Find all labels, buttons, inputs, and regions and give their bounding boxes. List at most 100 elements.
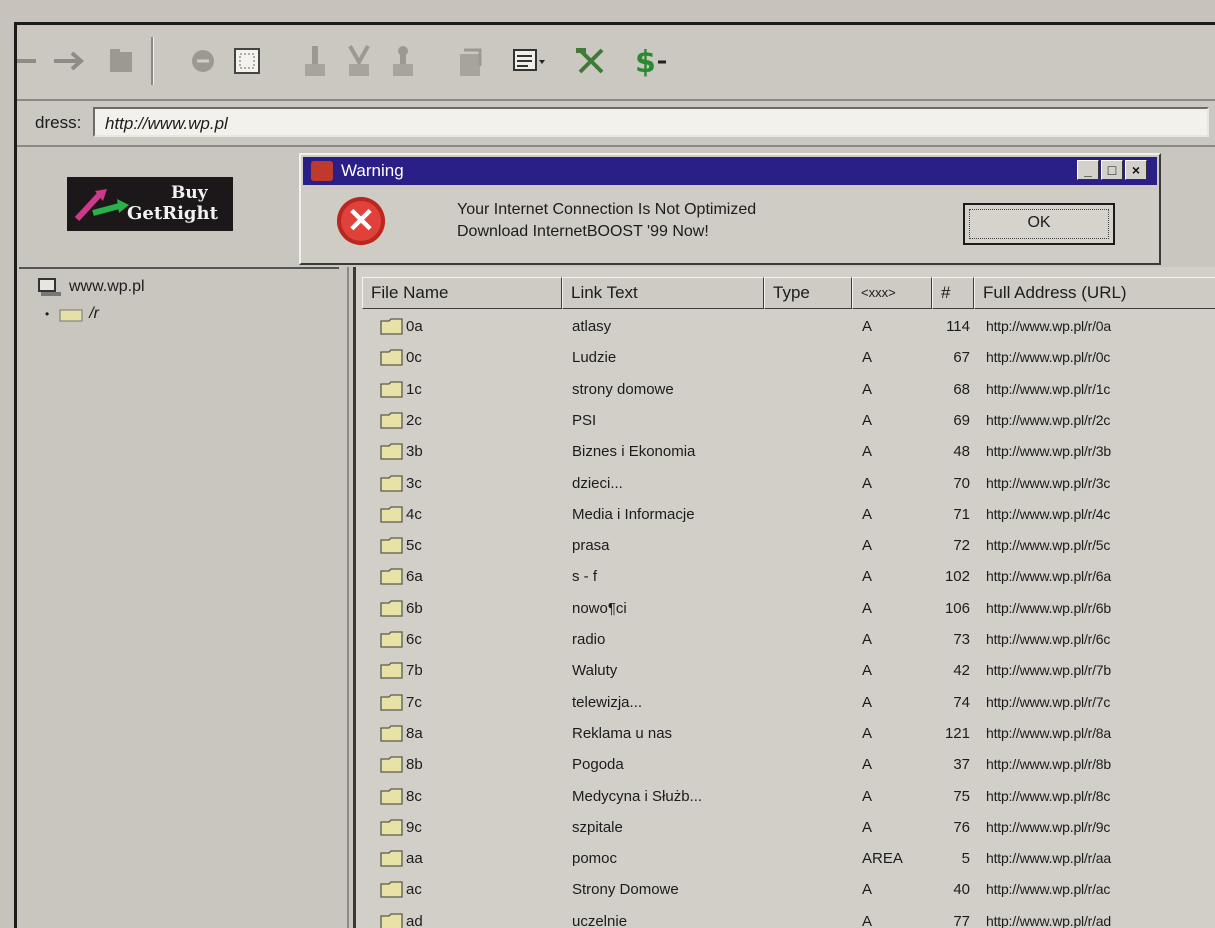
table-row[interactable]: 3b Biznes i Ekonomia A 48 http://www.wp.pl/r… <box>356 438 1215 469</box>
cell-url: http://www.wp.pl/r/0c <box>986 349 1111 366</box>
cell-link-text: szpitale <box>572 818 623 836</box>
cell-file-name: 6b <box>406 599 423 617</box>
tools-icon[interactable] <box>569 39 613 83</box>
cell-file-name: 8a <box>406 724 423 742</box>
close-button[interactable]: × <box>1125 160 1147 180</box>
upload-icon[interactable] <box>381 39 425 83</box>
download-icon[interactable] <box>293 39 337 83</box>
cell-link-text: strony domowe <box>572 380 674 398</box>
table-row[interactable]: 0c Ludzie A 67 http://www.wp.pl/r/0c <box>356 344 1215 375</box>
table-row[interactable]: 6c radio A 73 http://www.wp.pl/r/6c <box>356 626 1215 657</box>
folder-icon <box>380 662 403 679</box>
folder-icon[interactable] <box>99 39 143 83</box>
cell-url: http://www.wp.pl/r/9c <box>986 818 1111 835</box>
view-menu-icon[interactable] <box>507 39 551 83</box>
cell-url: http://www.wp.pl/r/2c <box>986 411 1111 428</box>
cell-link-text: s - f <box>572 568 597 586</box>
address-bar: dress: http://www.wp.pl <box>17 101 1215 147</box>
cell-url: http://www.wp.pl/r/3b <box>986 443 1111 460</box>
table-row[interactable]: 4c Media i Informacje A 71 http://www.wp.pl/… <box>356 501 1215 532</box>
tree-divider <box>19 267 339 269</box>
table-row[interactable]: 7b Waluty A 42 http://www.wp.pl/r/7b <box>356 657 1215 688</box>
site-tree: www.wp.pl • /r <box>17 267 349 928</box>
cell-tag: A <box>862 318 873 335</box>
error-icon: ✕ <box>337 197 385 245</box>
tree-root[interactable]: www.wp.pl <box>37 277 145 297</box>
stop-icon[interactable] <box>181 39 225 83</box>
cell-count: 42 <box>953 662 970 680</box>
folder-icon <box>380 819 403 836</box>
cell-tag: A <box>862 349 873 367</box>
properties-icon[interactable] <box>447 39 491 83</box>
table-row[interactable]: 6a s - f A 102 http://www.wp.pl/r/6a <box>356 563 1215 594</box>
ok-button[interactable]: OK <box>963 203 1115 245</box>
cell-file-name: 7b <box>406 662 423 680</box>
table-row[interactable]: 7c telewizja... A 74 http://www.wp.pl/r/7c <box>356 689 1215 720</box>
cell-tag: A <box>862 724 873 742</box>
cell-tag: A <box>862 818 873 836</box>
select-icon[interactable] <box>225 39 269 83</box>
table-row[interactable]: ac Strony Domowe A 40 http://www.wp.pl/r/ac <box>356 876 1215 907</box>
table-row[interactable]: 3c dzieci... A 70 http://www.wp.pl/r/3c <box>356 470 1215 501</box>
table-row[interactable]: 6b nowo¶ci A 106 http://www.wp.pl/r/6b <box>356 595 1215 626</box>
column-full-address[interactable]: Full Address (URL) <box>974 277 1215 309</box>
folder-icon <box>380 568 403 586</box>
cell-url: http://www.wp.pl/r/7c <box>986 693 1111 710</box>
column-type[interactable]: Type <box>764 277 852 309</box>
table-row[interactable]: aa pomoc AREA 5 http://www.wp.pl/r/aa <box>356 845 1215 876</box>
tree-child[interactable]: • /r <box>45 305 99 323</box>
folder-icon <box>380 537 403 554</box>
cell-file-name: 8b <box>406 756 423 774</box>
table-row[interactable]: 5c prasa A 72 http://www.wp.pl/r/5c <box>356 532 1215 563</box>
cell-file-name: 2c <box>406 411 422 429</box>
column-file-name[interactable]: File Name <box>362 277 562 309</box>
dialog-titlebar[interactable]: Warning _ □ × <box>303 157 1157 185</box>
cell-url: http://www.wp.pl/r/aa <box>986 850 1111 867</box>
cell-url: http://www.wp.pl/r/0a <box>986 318 1111 334</box>
folder-icon <box>380 474 403 492</box>
cell-tag: A <box>862 881 873 899</box>
cell-count: 37 <box>953 756 970 774</box>
table-row[interactable]: 2c PSI A 69 http://www.wp.pl/r/2c <box>356 407 1215 438</box>
cell-count: 48 <box>953 443 970 461</box>
column-link-text[interactable]: Link Text <box>562 277 764 309</box>
table-row[interactable]: 8c Medycyna i Służb... A 75 http://www.wp.pl… <box>356 783 1215 814</box>
cell-tag: A <box>862 411 873 429</box>
cell-url: http://www.wp.pl/r/ac <box>986 881 1111 898</box>
warning-message: Your Internet Connection Is Not Optimize… <box>457 199 756 243</box>
cell-count: 67 <box>953 349 970 367</box>
forward-icon[interactable] <box>47 39 91 83</box>
cell-tag: A <box>862 631 873 648</box>
download-all-icon[interactable] <box>337 39 381 83</box>
folder-icon <box>380 881 403 899</box>
table-row[interactable]: 8a Reklama u nas A 121 http://www.wp.pl/r/8a <box>356 720 1215 751</box>
cell-file-name: 9c <box>406 818 422 836</box>
table-row[interactable]: 9c szpitale A 76 http://www.wp.pl/r/9c <box>356 814 1215 845</box>
dialog-title: Warning <box>341 161 404 180</box>
buy-getright-banner[interactable]: Buy GetRight <box>67 177 233 231</box>
maximize-button[interactable]: □ <box>1101 160 1123 180</box>
warning-line-1: Your Internet Connection Is Not Optimize… <box>457 201 757 218</box>
address-input[interactable]: http://www.wp.pl <box>93 107 1209 137</box>
cell-url: http://www.wp.pl/r/6a <box>986 568 1111 585</box>
cell-link-text: radio <box>572 631 606 648</box>
table-row[interactable]: ad uczelnie A 77 http://www.wp.pl/r/ad <box>356 908 1215 928</box>
address-label: dress: <box>35 113 82 132</box>
dollar-menu-icon[interactable]: $ <box>629 39 673 83</box>
column-tag[interactable]: <xxx> <box>852 277 932 309</box>
warning-app-icon <box>311 161 333 181</box>
table-row[interactable]: 1c strony domowe A 68 http://www.wp.pl/r/1c <box>356 376 1215 407</box>
cell-file-name: 0c <box>406 349 422 367</box>
cell-file-name: 5c <box>406 537 422 555</box>
cell-file-name: 8c <box>406 787 422 805</box>
table-row[interactable]: 0a atlasy A 114 http://www.wp.pl/r/0a <box>356 313 1215 344</box>
back-icon[interactable] <box>17 39 47 83</box>
table-row[interactable]: 8b Pogoda A 37 http://www.wp.pl/r/8b <box>356 751 1215 782</box>
cell-tag: A <box>862 912 873 928</box>
minimize-button[interactable]: _ <box>1077 160 1099 180</box>
cell-tag: A <box>862 756 873 774</box>
column-count[interactable]: # <box>932 277 974 309</box>
expand-icon[interactable]: • <box>45 307 49 321</box>
cell-link-text: Reklama u nas <box>572 724 673 742</box>
folder-icon <box>380 318 403 335</box>
